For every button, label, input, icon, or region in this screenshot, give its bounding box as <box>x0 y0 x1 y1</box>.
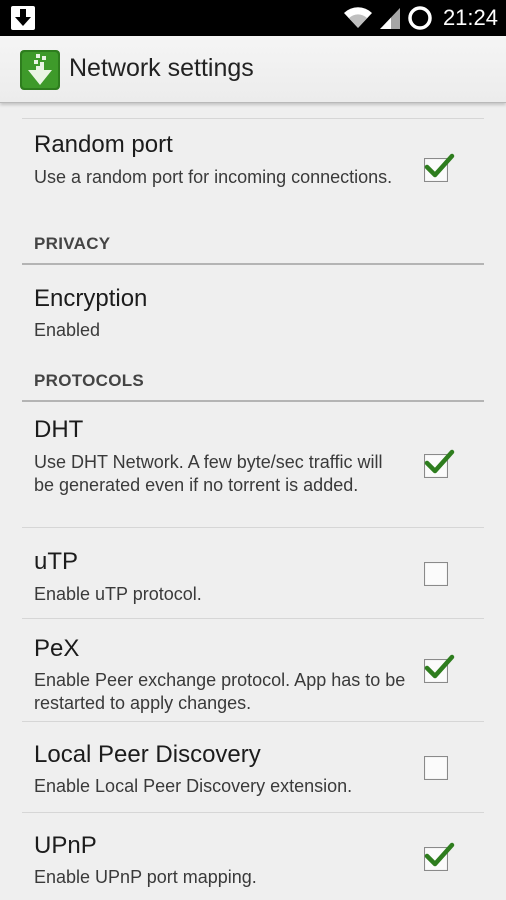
pref-title: PeX <box>34 635 80 662</box>
page-title: Network settings <box>69 54 254 82</box>
status-bar: 21:24 <box>0 0 506 36</box>
clock: 21:24 <box>442 5 498 30</box>
pref-summary: Enabled <box>34 320 101 340</box>
check-icon <box>424 842 455 867</box>
app-logo-icon[interactable] <box>20 50 60 90</box>
pref-pex[interactable]: PeX Enable Peer exchange protocol. App h… <box>0 619 506 721</box>
category-protocols: PROTOCOLS <box>34 371 145 390</box>
pref-dht[interactable]: DHT Use DHT Network. A few byte/sec traf… <box>0 402 506 527</box>
check-icon <box>424 153 455 178</box>
pref-summary: Enable uTP protocol. <box>34 584 202 604</box>
pref-random-port[interactable]: Random port Use a random port for incomi… <box>0 119 506 211</box>
local-peer-discovery-checkbox[interactable] <box>424 756 448 780</box>
pref-summary: Use a random port for incoming connectio… <box>34 167 393 187</box>
signal-icon <box>379 8 400 29</box>
pref-local-peer-discovery[interactable]: Local Peer Discovery Enable Local Peer D… <box>0 722 506 812</box>
pref-upnp[interactable]: UPnP Enable UPnP port mapping. <box>0 813 506 900</box>
pref-summary: Enable Peer exchange protocol. App has t… <box>34 670 406 713</box>
pref-title: DHT <box>34 416 84 443</box>
upnp-checkbox[interactable] <box>424 842 455 871</box>
pref-title: UPnP <box>34 832 97 859</box>
status-icons: 21:24 <box>343 3 498 33</box>
pref-summary: Enable Local Peer Discovery extension. <box>34 776 353 796</box>
pref-utp[interactable]: uTP Enable uTP protocol. <box>0 528 506 618</box>
action-bar: Network settings <box>0 36 506 103</box>
pref-title: Local Peer Discovery <box>34 741 261 768</box>
pref-title: Random port <box>34 131 173 158</box>
category-privacy: PRIVACY <box>34 234 111 253</box>
utp-checkbox[interactable] <box>424 562 448 586</box>
pref-summary: Enable UPnP port mapping. <box>34 867 257 887</box>
pref-encryption[interactable]: Encryption Enabled <box>0 265 506 355</box>
pref-summary: Use DHT Network. A few byte/sec traffic … <box>34 452 383 495</box>
preference-list: Random port Use a random port for incomi… <box>0 103 506 900</box>
check-icon <box>424 654 455 679</box>
pref-title: uTP <box>34 548 79 575</box>
random-port-checkbox[interactable] <box>424 153 455 182</box>
battery-icon <box>408 6 432 30</box>
dht-checkbox[interactable] <box>424 449 455 478</box>
download-icon <box>11 6 35 30</box>
wifi-icon <box>343 7 372 29</box>
pref-title: Encryption <box>34 285 148 312</box>
pex-checkbox[interactable] <box>424 654 455 683</box>
check-icon <box>424 449 455 474</box>
